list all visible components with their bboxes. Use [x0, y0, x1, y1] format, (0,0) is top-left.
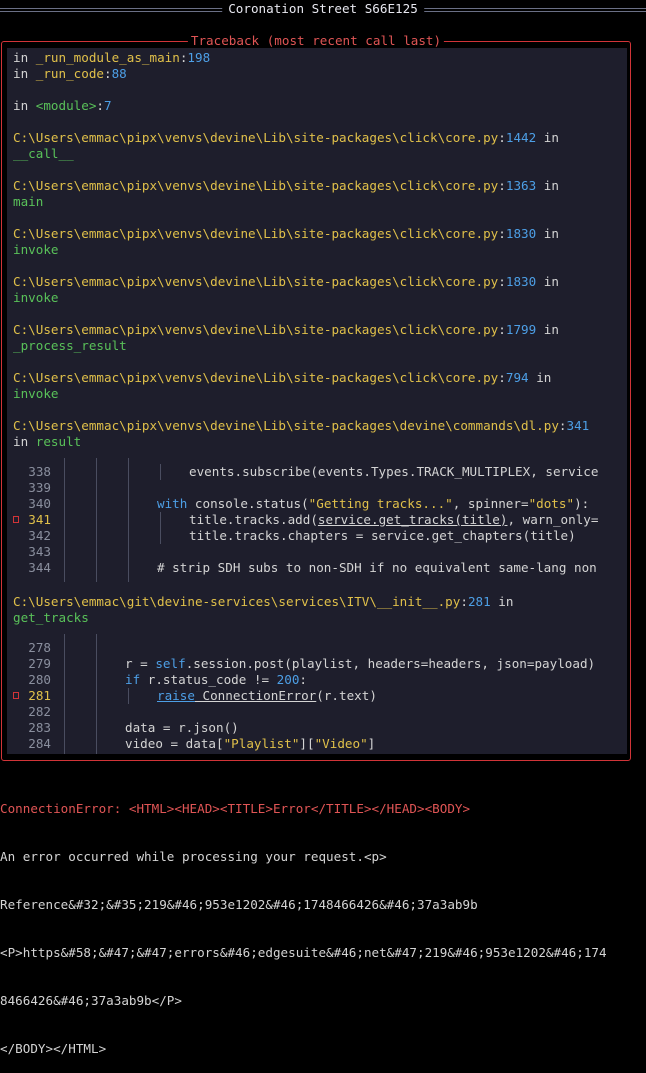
frame-function: main [13, 194, 44, 209]
error-line: </BODY></HTML> [0, 1041, 107, 1056]
code-line: 282 [28, 704, 51, 719]
frame-path: C:\Users\emmac\pipx\venvs\devine\Lib\sit… [13, 274, 559, 289]
code-line: 339 [28, 480, 51, 495]
frame-function: __call__ [13, 146, 74, 161]
frame-line: in _run_code:88 [13, 66, 127, 81]
error-line: An error occurred while processing your … [0, 849, 387, 864]
code-line-error: 281 raise ConnectionError(r.text) [7, 688, 627, 704]
code-line: 279 r = self.session.post(playlist, heade… [28, 656, 596, 671]
code-line: 343 [28, 544, 51, 559]
code-snippet-itv: 278 279 r = self.session.post(playlist, h… [7, 634, 627, 754]
frame-function: get_tracks [13, 610, 89, 625]
code-line: 278 [28, 640, 51, 655]
traceback-title: Traceback (most recent call last) [187, 33, 445, 49]
frame-path: C:\Users\emmac\pipx\venvs\devine\Lib\sit… [13, 226, 559, 241]
frame-line: in _run_module_as_main:198 [13, 50, 211, 65]
code-line: 280 if r.status_code != 200: [28, 672, 307, 687]
code-line: 338 events.subscribe(events.Types.TRACK_M… [28, 464, 599, 480]
window-title-bar: Coronation Street S66E125 [0, 0, 646, 20]
frame-path: C:\Users\emmac\pipx\venvs\devine\Lib\sit… [13, 322, 559, 337]
frame-function: invoke [13, 290, 59, 305]
traceback-panel: Traceback (most recent call last) in _ru… [1, 33, 631, 761]
window-title: Coronation Street S66E125 [222, 1, 424, 17]
error-line: <P>https&#58;&#47;&#47;errors&#46;edgesu… [0, 945, 607, 960]
code-line: 283 data = r.json() [28, 720, 239, 735]
error-message: ConnectionError: <HTML><HEAD><TITLE>Erro… [0, 769, 646, 1073]
code-line: 344 # strip SDH subs to non-SDH if no equ… [28, 560, 597, 575]
frame-function: invoke [13, 242, 59, 257]
error-line: ConnectionError: <HTML><HEAD><TITLE>Erro… [0, 801, 471, 816]
code-snippet-dl: 338 events.subscribe(events.Types.TRACK_M… [7, 458, 627, 582]
frame-function: in result [13, 434, 82, 449]
code-line: 284 video = data["Playlist"]["Video"] [28, 736, 376, 751]
error-line: Reference&#32;&#35;219&#46;953e1202&#46;… [0, 897, 478, 912]
frame-function: invoke [13, 386, 59, 401]
traceback-content[interactable]: in _run_module_as_main:198 in _run_code:… [7, 48, 627, 754]
frame-path: C:\Users\emmac\pipx\venvs\devine\Lib\sit… [13, 178, 559, 193]
frame-function: _process_result [13, 338, 127, 353]
code-line: 342 title.tracks.chapters = service.get_c… [28, 528, 576, 544]
frame-path: C:\Users\emmac\git\devine-services\servi… [13, 594, 514, 609]
frame-line: in <module>:7 [13, 98, 112, 113]
frame-path: C:\Users\emmac\pipx\venvs\devine\Lib\sit… [13, 130, 559, 145]
frame-path: C:\Users\emmac\pipx\venvs\devine\Lib\sit… [13, 418, 590, 433]
frame-path: C:\Users\emmac\pipx\venvs\devine\Lib\sit… [13, 370, 552, 385]
error-line: 8466426&#46;37a3ab9b</P> [0, 993, 182, 1008]
code-line: 340 with console.status("Getting tracks..… [28, 496, 590, 511]
code-line-error: 341 title.tracks.add(service.get_tracks(t… [7, 512, 627, 528]
